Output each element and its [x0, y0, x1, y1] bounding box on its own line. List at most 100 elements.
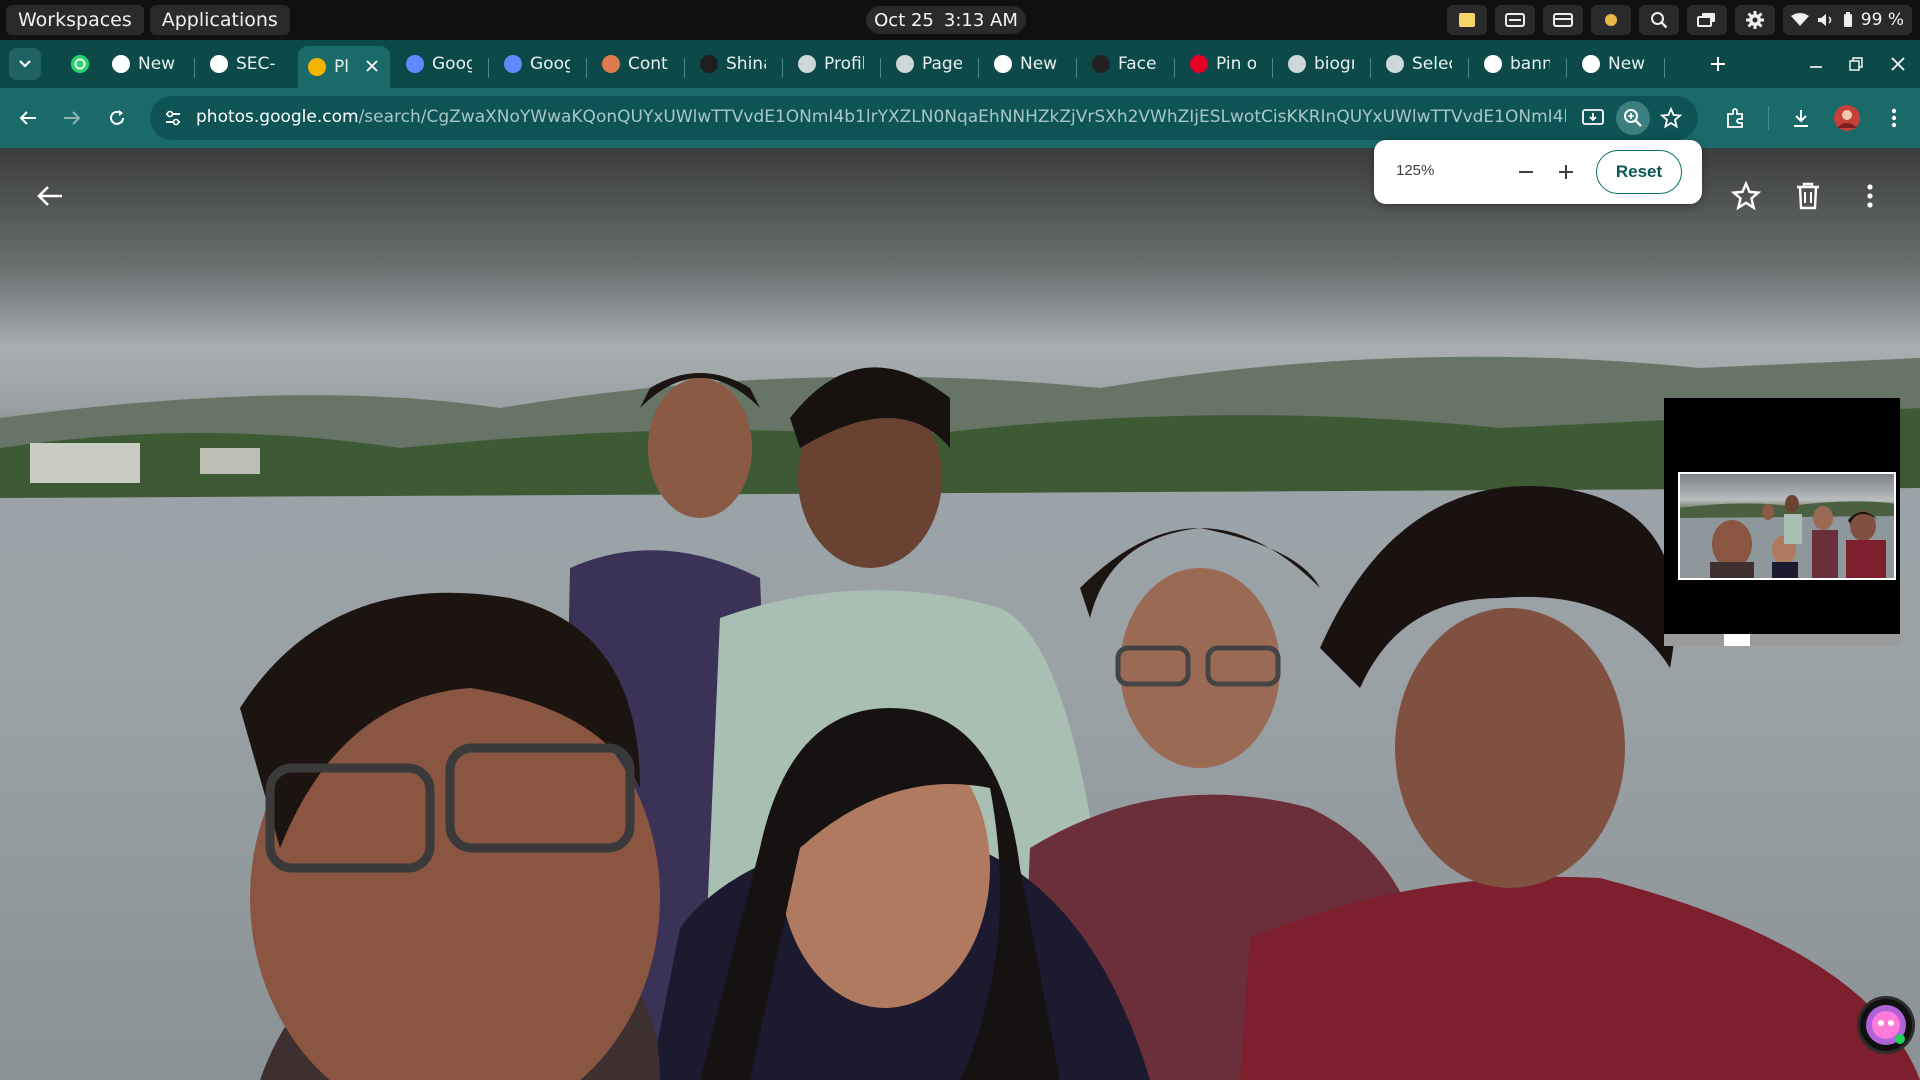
browser-tab[interactable]: Conte: [592, 46, 676, 82]
dark-circle-icon: [700, 55, 718, 73]
restore-button[interactable]: [1842, 50, 1870, 78]
tab-label: New T: [1020, 54, 1060, 74]
applications-button[interactable]: Applications: [149, 5, 290, 35]
tab-label: Profil: [824, 54, 864, 74]
globe-icon: [896, 55, 914, 73]
tab-label: Goog: [530, 54, 570, 74]
browser-tab[interactable]: SEC-U: [200, 46, 284, 82]
tab-separator: [782, 58, 783, 78]
extensions-button[interactable]: [1720, 102, 1752, 134]
downloads-button[interactable]: [1785, 102, 1817, 134]
tab-label: Conte: [628, 54, 668, 74]
zoom-minimap[interactable]: [1664, 398, 1900, 646]
tab-separator: [1566, 58, 1567, 78]
chrome-icon: [1582, 55, 1600, 73]
browser-tab[interactable]: Profil: [788, 46, 872, 82]
address-bar[interactable]: photos.google.com/search/CgZwaXNoYWwaKQo…: [150, 96, 1698, 140]
close-window-button[interactable]: [1884, 50, 1912, 78]
browser-tab[interactable]: Goog: [494, 46, 578, 82]
zoom-indicator-button[interactable]: [1616, 101, 1650, 135]
close-tab-icon[interactable]: [366, 57, 378, 77]
tab-label: biogr: [1314, 54, 1354, 74]
plus-icon: [1559, 165, 1573, 179]
tab-label: Shina: [726, 54, 766, 74]
browser-tab[interactable]: Pin o: [1180, 46, 1264, 82]
weather-icon[interactable]: [1590, 5, 1631, 35]
claude-burst-icon: [602, 55, 620, 73]
chrome-icon: [112, 55, 130, 73]
minimap-scroll-thumb[interactable]: [1724, 634, 1750, 646]
browser-tab[interactable]: Pl: [298, 46, 390, 88]
minimap-thumbnail: [1680, 495, 1894, 578]
battery-percentage: 99 %: [1860, 10, 1904, 30]
assistant-bubble-button[interactable]: [1857, 996, 1915, 1054]
search-icon[interactable]: [1638, 5, 1679, 35]
back-button[interactable]: [12, 102, 44, 134]
tab-separator: [1468, 58, 1469, 78]
browser-tab[interactable]: biogr: [1278, 46, 1362, 82]
plus-icon: [1711, 57, 1725, 71]
keyboard-icon[interactable]: [1494, 5, 1535, 35]
tab-label: Page: [922, 54, 962, 74]
window-layout-icon[interactable]: [1542, 5, 1583, 35]
browser-tab[interactable]: New T: [102, 46, 186, 82]
tab-label: bann: [1510, 54, 1550, 74]
minimap-viewport[interactable]: [1678, 472, 1896, 580]
tab-separator: [978, 58, 979, 78]
clock[interactable]: Oct 25 3:13 AM: [866, 6, 1026, 34]
tab-label: Pin o: [1216, 54, 1256, 74]
bookmark-star-icon[interactable]: [1660, 107, 1682, 129]
viewer-back-button[interactable]: [32, 178, 68, 214]
new-tab-button[interactable]: [1700, 46, 1730, 82]
site-info-icon[interactable]: [164, 109, 182, 127]
tab-search-button[interactable]: [9, 48, 41, 80]
zoom-out-button[interactable]: [1508, 154, 1544, 190]
assistant-avatar-icon: [1866, 1005, 1906, 1045]
zoom-reset-button[interactable]: Reset: [1596, 150, 1682, 194]
tab-separator: [586, 58, 587, 78]
screens-icon[interactable]: [1686, 5, 1727, 35]
minimize-icon: [1810, 66, 1822, 68]
browser-tab[interactable]: Shina: [690, 46, 774, 82]
install-app-icon[interactable]: [1582, 108, 1604, 128]
os-top-bar: Workspaces Applications Oct 25 3:13 AM 9…: [0, 0, 1920, 40]
browser-tab[interactable]: Goog: [396, 46, 480, 82]
url-host: photos.google.com: [196, 107, 359, 127]
status-area[interactable]: 99 %: [1782, 5, 1912, 35]
more-options-button[interactable]: [1852, 178, 1888, 214]
workspaces-button[interactable]: Workspaces: [6, 5, 144, 35]
notes-icon[interactable]: [1446, 5, 1487, 35]
minimize-button[interactable]: [1802, 50, 1830, 78]
tab-separator: [1370, 58, 1371, 78]
reload-button[interactable]: [101, 102, 133, 134]
tab-label: Goog: [432, 54, 472, 74]
browser-tab[interactable]: New T: [1572, 46, 1656, 82]
download-icon: [1794, 110, 1808, 127]
more-vert-icon: [1891, 108, 1897, 128]
profile-avatar-button[interactable]: [1831, 102, 1863, 134]
tab-label: New T: [1608, 54, 1648, 74]
browser-menu-button[interactable]: [1878, 102, 1910, 134]
browser-tab[interactable]: Face: [1082, 46, 1166, 82]
star-outline-icon: [1731, 181, 1761, 211]
minimap-scrollbar[interactable]: [1664, 634, 1900, 646]
zoom-in-button[interactable]: [1548, 154, 1584, 190]
chrome-icon: [994, 55, 1012, 73]
delete-button[interactable]: [1790, 178, 1826, 214]
browser-tab[interactable]: bann: [1474, 46, 1558, 82]
forward-button[interactable]: [56, 102, 88, 134]
group-photo: [240, 367, 1920, 1080]
favorite-button[interactable]: [1728, 178, 1764, 214]
globe-icon: [1288, 55, 1306, 73]
tab-whatsapp[interactable]: [60, 46, 90, 82]
photo-viewer[interactable]: [0, 148, 1920, 1080]
tab-separator: [880, 58, 881, 78]
browser-toolbar: photos.google.com/search/CgZwaXNoYWwaKQo…: [0, 88, 1920, 148]
restore-icon: [1849, 57, 1863, 71]
browser-tab[interactable]: New T: [984, 46, 1068, 82]
url-text[interactable]: photos.google.com/search/CgZwaXNoYWwaKQo…: [196, 107, 1566, 127]
settings-gear-icon[interactable]: [1734, 5, 1775, 35]
browser-tab[interactable]: Selec: [1376, 46, 1460, 82]
browser-tab[interactable]: Page: [886, 46, 970, 82]
forward-arrow-icon: [64, 111, 81, 125]
